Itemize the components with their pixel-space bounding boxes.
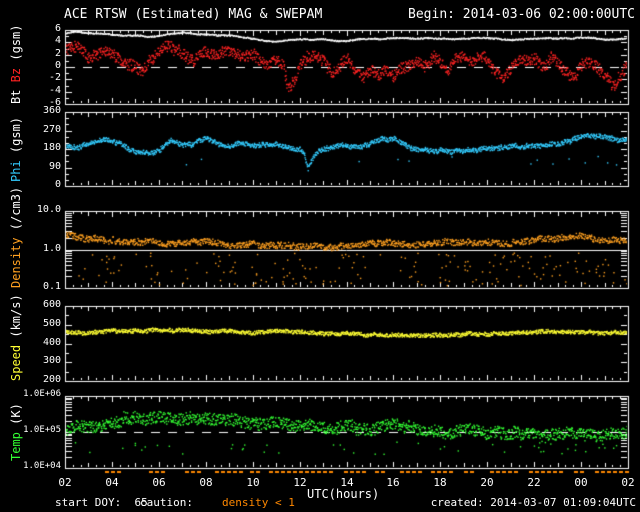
plot-title: ACE RTSW (Estimated) MAG & SWEPAM xyxy=(64,7,323,22)
caution-value: density < 1 xyxy=(222,496,295,509)
axis-label-part: Phi xyxy=(9,159,23,182)
axis-label-part: (/cm3) xyxy=(9,186,23,238)
created-timestamp: created: 2014-03-07 01:09:04UTC xyxy=(430,496,636,509)
x-tick-label: 08 xyxy=(199,476,213,489)
axis-label-part: (km/s) xyxy=(9,294,23,345)
axis-label-part: Speed xyxy=(9,344,23,381)
x-tick-label: 16 xyxy=(386,476,400,489)
x-tick-label: 04 xyxy=(105,476,119,489)
x-axis-title: UTC(hours) xyxy=(307,487,380,501)
axis-label-part: (K) xyxy=(9,403,23,432)
x-tick-label: 22 xyxy=(527,476,541,489)
axis-label-temp: Temp (K) xyxy=(9,396,23,468)
x-tick-label: 02 xyxy=(58,476,72,489)
x-tick-label: 00 xyxy=(574,476,588,489)
begin-timestamp: Begin: 2014-03-06 02:00:00UTC xyxy=(408,7,635,22)
axis-label-density: Density (/cm3) xyxy=(9,187,23,288)
axis-label-part: Bt xyxy=(9,82,23,104)
x-tick-label: 02 xyxy=(621,476,635,489)
axis-label-part: Bz xyxy=(9,67,23,83)
x-tick-label: 20 xyxy=(480,476,494,489)
axis-label-phi: Phi (gsm) xyxy=(9,112,23,186)
axis-label-speed: Speed (km/s) xyxy=(9,294,23,381)
ace-rtsw-plot: ACE RTSW (Estimated) MAG & SWEPAM Begin:… xyxy=(0,0,640,512)
x-tick-label: 10 xyxy=(246,476,260,489)
x-tick-label: 18 xyxy=(433,476,447,489)
axis-label-part: (gsm) xyxy=(9,24,23,68)
caution-label: caution: xyxy=(140,496,193,509)
axis-label-part: Temp xyxy=(9,432,23,461)
axis-label-part: Density xyxy=(9,237,23,288)
start-doy-label: start DOY: 65 xyxy=(55,496,148,509)
x-tick-label: 14 xyxy=(340,476,354,489)
x-tick-label: 06 xyxy=(152,476,166,489)
x-tick-label: 12 xyxy=(293,476,307,489)
plot-canvas xyxy=(0,0,640,512)
axis-label-part: (gsm) xyxy=(9,116,23,160)
axis-label-bt-bz: Bt Bz (gsm) xyxy=(9,25,23,105)
